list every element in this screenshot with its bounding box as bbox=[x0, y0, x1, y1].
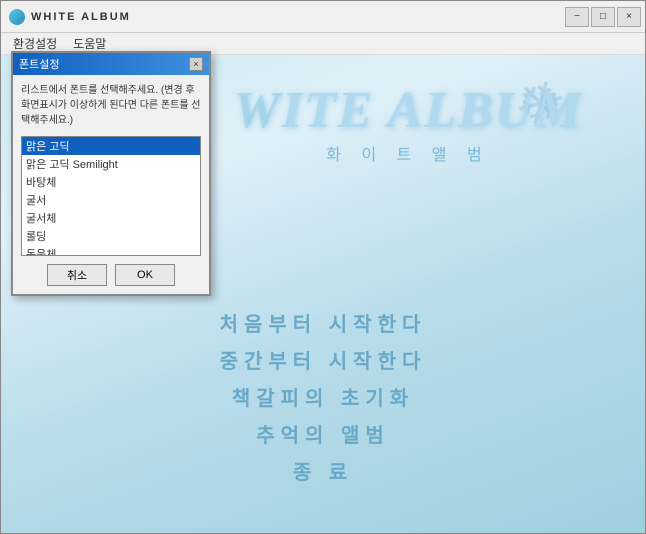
font-list-item-2[interactable]: 바탕체 bbox=[22, 173, 200, 191]
close-button[interactable]: × bbox=[617, 7, 641, 27]
font-dialog: 폰트설정 × 리스트에서 폰트를 선택해주세요. (변경 후 화면표시가 이상하… bbox=[11, 51, 211, 296]
bg-menu-item-0[interactable]: 처음부터 시작한다 bbox=[1, 308, 645, 337]
maximize-button[interactable]: □ bbox=[591, 7, 615, 27]
font-description: 리스트에서 폰트를 선택해주세요. (변경 후 화면표시가 이상하게 된다면 다… bbox=[21, 83, 201, 128]
font-list-item-0[interactable]: 맑은 고딕 bbox=[22, 137, 200, 155]
ok-button[interactable]: OK bbox=[115, 264, 175, 286]
bg-menu-item-4[interactable]: 종 료 bbox=[1, 456, 645, 485]
font-dialog-title-text: 폰트설정 bbox=[19, 56, 59, 72]
font-dialog-title-bar: 폰트설정 × bbox=[13, 53, 209, 75]
bg-menu-item-2[interactable]: 책갈피의 초기화 bbox=[1, 382, 645, 411]
font-dialog-close-button[interactable]: × bbox=[189, 57, 203, 71]
album-title-area: WITE ALBUM 화 이 트 앨 범 bbox=[181, 85, 635, 165]
font-listbox[interactable]: 맑은 고딕 맑은 고딕 Semilight 바탕체 굴서 굴서체 롤딩 돋움체 … bbox=[21, 136, 201, 256]
bg-menu-item-3[interactable]: 추억의 앨범 bbox=[1, 419, 645, 448]
minimize-button[interactable]: − bbox=[565, 7, 589, 27]
font-list-item-5[interactable]: 롤딩 bbox=[22, 227, 200, 245]
font-list-item-4[interactable]: 굴서체 bbox=[22, 209, 200, 227]
window-controls: − □ × bbox=[565, 7, 641, 27]
app-icon bbox=[9, 9, 25, 25]
font-dialog-body: 리스트에서 폰트를 선택해주세요. (변경 후 화면표시가 이상하게 된다면 다… bbox=[13, 75, 209, 294]
bg-menu: 처음부터 시작한다 중간부터 시작한다 책갈피의 초기화 추억의 앨범 종 료 bbox=[1, 300, 645, 493]
album-title-text: ITE ALBUM bbox=[282, 82, 583, 139]
font-list-item-3[interactable]: 굴서 bbox=[22, 191, 200, 209]
bg-menu-item-1[interactable]: 중간부터 시작한다 bbox=[1, 345, 645, 374]
font-list-item-1[interactable]: 맑은 고딕 Semilight bbox=[22, 155, 200, 173]
album-subtitle: 화 이 트 앨 범 bbox=[181, 141, 635, 165]
album-title-main: WITE ALBUM bbox=[181, 85, 635, 137]
font-list-item-6[interactable]: 돋움체 bbox=[22, 245, 200, 256]
app-title: WHITE ALBUM bbox=[31, 11, 131, 23]
app-window: WHITE ALBUM − □ × 환경설정 도움말 ❄ WITE ALBUM … bbox=[0, 0, 646, 534]
font-dialog-buttons: 취소 OK bbox=[21, 264, 201, 286]
title-bar: WHITE ALBUM − □ × bbox=[1, 1, 645, 33]
cancel-button[interactable]: 취소 bbox=[47, 264, 107, 286]
